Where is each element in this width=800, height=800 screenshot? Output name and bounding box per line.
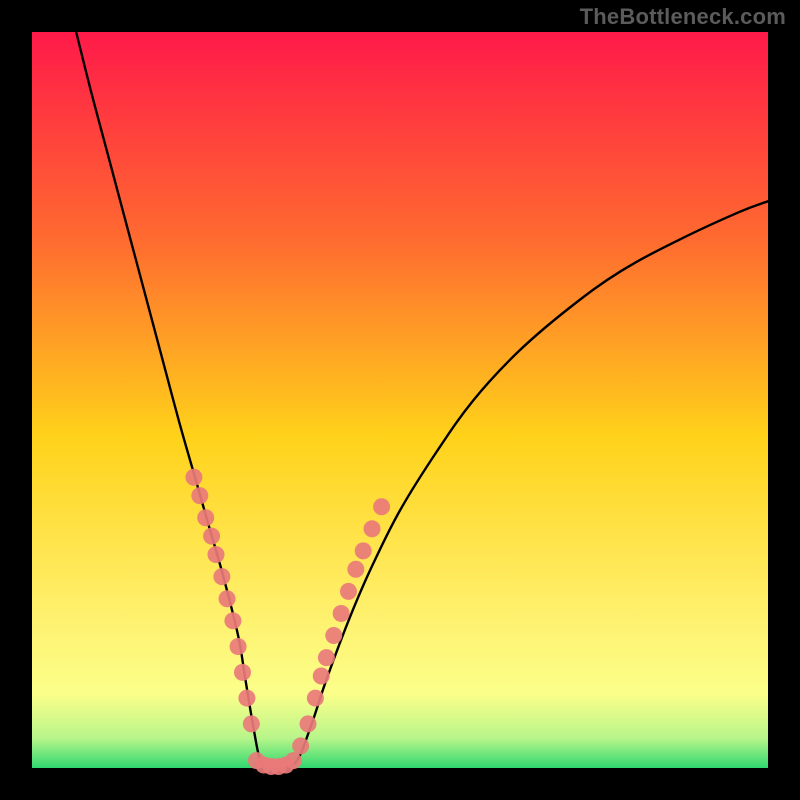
data-marker [300,715,317,732]
data-marker [285,752,302,769]
data-marker [185,469,202,486]
data-marker [364,520,381,537]
data-marker [333,605,350,622]
data-marker [208,546,225,563]
data-marker [230,638,247,655]
data-marker [313,668,330,685]
data-marker [197,509,214,526]
plot-background [32,32,768,768]
data-marker [219,590,236,607]
data-marker [191,487,208,504]
data-marker [355,542,372,559]
data-marker [292,737,309,754]
data-marker [318,649,335,666]
data-marker [347,561,364,578]
data-marker [203,528,220,545]
data-marker [234,664,251,681]
data-marker [373,498,390,515]
data-marker [213,568,230,585]
chart-container: TheBottleneck.com [0,0,800,800]
data-marker [238,690,255,707]
data-marker [340,583,357,600]
data-marker [325,627,342,644]
data-marker [243,715,260,732]
watermark-text: TheBottleneck.com [580,4,786,30]
data-marker [307,690,324,707]
bottleneck-chart [0,0,800,800]
data-marker [224,612,241,629]
